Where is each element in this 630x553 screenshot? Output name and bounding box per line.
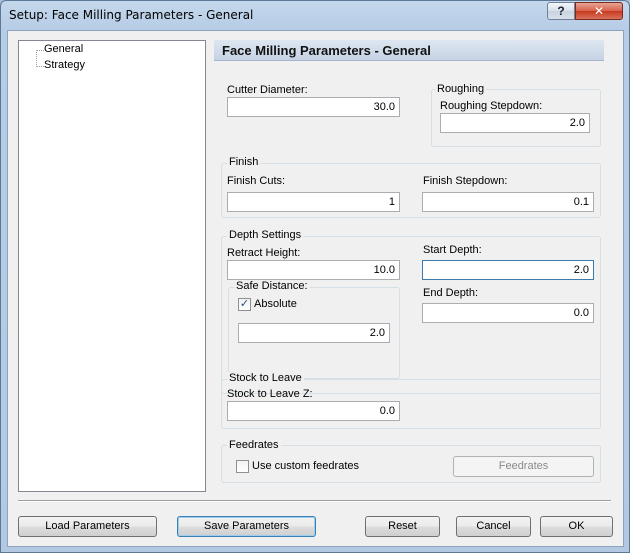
panel-title: Face Milling Parameters - General <box>222 43 431 58</box>
stock-to-leave-group-label: Stock to Leave <box>227 372 304 384</box>
dialog-client-area: General Strategy Face Milling Parameters… <box>7 30 624 547</box>
custom-feedrates-label[interactable]: Use custom feedrates <box>252 460 359 472</box>
close-button[interactable]: ✕ <box>575 2 623 20</box>
absolute-checkbox[interactable]: ✓ <box>238 298 251 311</box>
finish-cuts-field[interactable]: 1 <box>227 192 400 212</box>
safe-distance-field[interactable]: 2.0 <box>238 323 390 343</box>
setup-dialog-window: Setup: Face Milling Parameters - General… <box>0 0 630 553</box>
roughing-stepdown-field[interactable]: 2.0 <box>440 113 590 133</box>
cutter-diameter-label: Cutter Diameter: <box>227 84 308 96</box>
panel-header: Face Milling Parameters - General <box>214 40 604 61</box>
cancel-button[interactable]: Cancel <box>456 516 531 537</box>
tree-connector-line <box>36 50 37 67</box>
reset-button[interactable]: Reset <box>365 516 440 537</box>
ok-button[interactable]: OK <box>540 516 613 537</box>
finish-cuts-label: Finish Cuts: <box>227 175 286 187</box>
stock-to-leave-z-field[interactable]: 0.0 <box>227 401 400 421</box>
start-depth-label: Start Depth: <box>423 244 482 256</box>
load-parameters-button[interactable]: Load Parameters <box>18 516 157 537</box>
save-parameters-button[interactable]: Save Parameters <box>177 516 316 537</box>
window-title: Setup: Face Milling Parameters - General <box>9 8 254 22</box>
retract-height-field[interactable]: 10.0 <box>227 260 400 280</box>
tree-connector-line <box>36 66 44 67</box>
feedrates-group-label: Feedrates <box>227 439 281 451</box>
settings-tree: General Strategy <box>18 40 206 492</box>
roughing-group-label: Roughing <box>435 83 487 95</box>
general-parameters-panel: Cutter Diameter: 30.0 Roughing Roughing … <box>214 61 604 492</box>
stock-to-leave-z-label: Stock to Leave Z: <box>227 388 313 400</box>
tree-item-strategy[interactable]: Strategy <box>44 59 85 71</box>
start-depth-field[interactable]: 2.0 <box>422 260 594 280</box>
finish-stepdown-field[interactable]: 0.1 <box>422 192 594 212</box>
roughing-stepdown-label: Roughing Stepdown: <box>440 100 543 112</box>
finish-stepdown-label: Finish Stepdown: <box>423 175 508 187</box>
end-depth-label: End Depth: <box>423 287 479 299</box>
button-row-separator <box>18 500 611 502</box>
feedrates-button[interactable]: Feedrates <box>453 456 594 477</box>
custom-feedrates-checkbox[interactable] <box>236 460 249 473</box>
title-bar[interactable]: Setup: Face Milling Parameters - General… <box>1 1 629 29</box>
end-depth-field[interactable]: 0.0 <box>422 303 594 323</box>
retract-height-label: Retract Height: <box>227 247 301 259</box>
cutter-diameter-field[interactable]: 30.0 <box>227 97 400 117</box>
finish-group-label: Finish <box>227 156 261 168</box>
help-button[interactable]: ? <box>547 2 575 20</box>
safe-distance-group-label: Safe Distance: <box>234 280 310 292</box>
absolute-checkbox-label[interactable]: Absolute <box>254 298 297 310</box>
tree-item-general[interactable]: General <box>44 43 83 55</box>
tree-connector-line <box>36 50 44 51</box>
depth-settings-group-label: Depth Settings <box>227 229 304 241</box>
